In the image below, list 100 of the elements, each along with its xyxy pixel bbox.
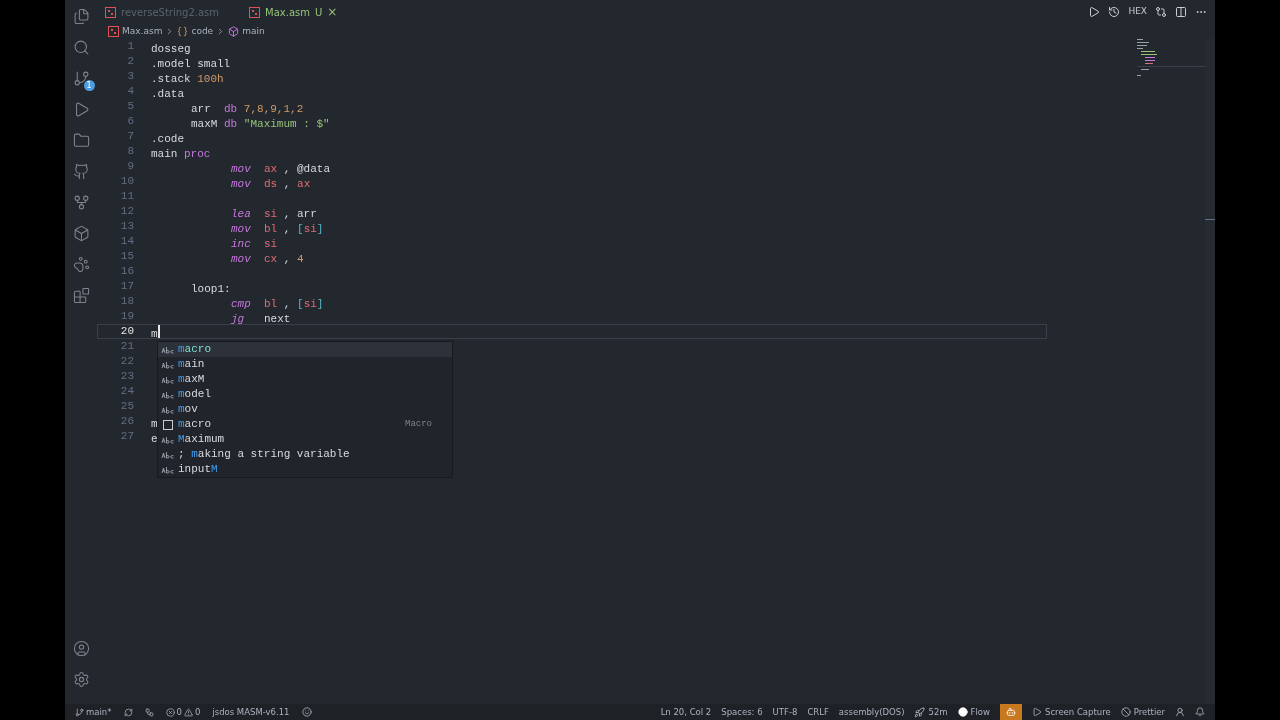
line-number: 12 (119, 205, 134, 218)
breadcrumb-item[interactable]: code (191, 24, 214, 39)
blocked-icon (1120, 707, 1131, 717)
line-number: 25 (119, 400, 134, 413)
code-line: m (151, 327, 158, 340)
run-icon[interactable] (1088, 6, 1101, 18)
github-icon[interactable] (72, 163, 90, 180)
suggestion-item[interactable]: main (158, 357, 452, 372)
status-item[interactable]: assembly(DOS) (838, 705, 905, 719)
status-item[interactable]: Spaces: 6 (721, 705, 763, 719)
line-number: 21 (119, 340, 134, 353)
notification-badge: 1 (83, 80, 95, 91)
assembly-file-icon (108, 26, 119, 37)
code-line: maxM db "Maximum : $" (191, 117, 330, 130)
error-icon (165, 707, 175, 717)
text-icon (161, 450, 175, 459)
search-icon[interactable] (72, 39, 90, 56)
text-icon (161, 465, 175, 474)
status-item[interactable]: 52m (914, 705, 948, 719)
status-item[interactable]: Ln 20, Col 2 (660, 705, 712, 719)
history-icon[interactable] (1108, 6, 1121, 18)
line-number: 9 (126, 160, 134, 173)
code-line: dosseg (151, 42, 191, 55)
suggestion-item[interactable]: inputM (158, 462, 452, 477)
git-graph-icon[interactable] (72, 194, 90, 211)
bell-icon[interactable] (1195, 707, 1205, 717)
code-line: mov ax , @data (231, 162, 331, 175)
code-line: loop1: (191, 282, 231, 295)
code-line: .model small (151, 57, 231, 70)
line-number: 23 (119, 370, 134, 383)
code-line: .stack 100h (151, 72, 224, 85)
code-line: .data (151, 87, 184, 100)
text-cursor (157, 325, 160, 338)
text-icon (161, 360, 175, 369)
code-line: arr db 7,8,9,1,2 (191, 102, 304, 115)
code-line: inc si (231, 237, 278, 250)
line-number: 8 (126, 145, 134, 158)
extensions-icon[interactable] (72, 287, 90, 304)
status-item[interactable]: Flow (957, 705, 990, 719)
settings-icon[interactable] (72, 671, 90, 688)
breadcrumb-item[interactable]: main (242, 24, 265, 39)
status-item[interactable]: Screen Capture (1032, 705, 1111, 719)
line-number: 7 (126, 130, 134, 143)
copilot-button[interactable] (1000, 704, 1022, 720)
line-number: 10 (119, 175, 134, 188)
files-icon[interactable] (72, 8, 90, 25)
line-number: 26 (119, 415, 134, 428)
code-line: mov ds , ax (231, 177, 311, 190)
problems-indicator[interactable]: 0 0 (165, 705, 201, 719)
braces-icon (177, 26, 189, 37)
hex-button[interactable]: HEX (1128, 5, 1147, 19)
suggestion-item[interactable]: ; making a string variable (158, 447, 452, 462)
line-number: 3 (126, 70, 134, 83)
suggestion-item[interactable]: Maximum (158, 432, 452, 447)
line-number: 1 (126, 40, 134, 53)
paw-icon[interactable] (72, 256, 90, 273)
rocket-icon (914, 706, 926, 718)
account-icon[interactable] (72, 640, 90, 657)
status-item[interactable]: UTF-8 (772, 705, 798, 719)
compare-icon[interactable] (1155, 6, 1167, 18)
line-number: 20 (119, 325, 134, 338)
code-line: cmp bl , [si] (231, 297, 324, 310)
status-item[interactable]: Prettier (1120, 705, 1165, 719)
text-icon (161, 435, 175, 444)
assembler-indicator[interactable]: jsdos MASM-v6.11 (212, 705, 290, 719)
text-icon (161, 375, 175, 384)
split-editor-icon[interactable] (1175, 6, 1187, 18)
smiley-icon[interactable] (301, 707, 312, 717)
suggestion-item[interactable]: model (158, 387, 452, 402)
folder-icon[interactable] (72, 132, 90, 149)
close-tab-button[interactable]: × (327, 6, 338, 18)
text-icon (161, 345, 175, 354)
tab-label: reverseString2.asm (121, 5, 220, 20)
suggestion-item[interactable]: mov (158, 402, 452, 417)
status-item[interactable]: CRLF (807, 705, 829, 719)
breadcrumb-item[interactable]: Max.asm (122, 24, 163, 39)
suggestion-label: main (178, 357, 205, 373)
branch-indicator[interactable]: main* (75, 705, 112, 719)
line-number: 27 (119, 430, 134, 443)
code-line: main proc (151, 147, 211, 160)
line-number: 2 (126, 55, 134, 68)
sync-icon[interactable] (123, 707, 133, 717)
suggestion-label: model (178, 387, 211, 403)
box-icon[interactable] (72, 225, 90, 242)
suggestion-label: Maximum (178, 432, 225, 448)
person-icon[interactable] (1175, 707, 1185, 717)
line-number: 17 (119, 280, 134, 293)
code-line: .code (151, 132, 184, 145)
code-line: e (151, 432, 158, 445)
suggestion-item[interactable]: maxM (158, 372, 452, 387)
text-icon (161, 405, 175, 414)
source-control-icon[interactable] (72, 70, 90, 87)
assembly-file-icon (105, 6, 116, 18)
play-icon (1032, 707, 1042, 717)
line-number: 6 (126, 115, 134, 128)
line-number: 5 (126, 100, 134, 113)
line-number: 15 (119, 250, 134, 263)
suggestion-item[interactable]: macro Macro (158, 417, 452, 432)
text-icon (161, 390, 175, 399)
suggestion-item[interactable]: macro (158, 342, 452, 357)
